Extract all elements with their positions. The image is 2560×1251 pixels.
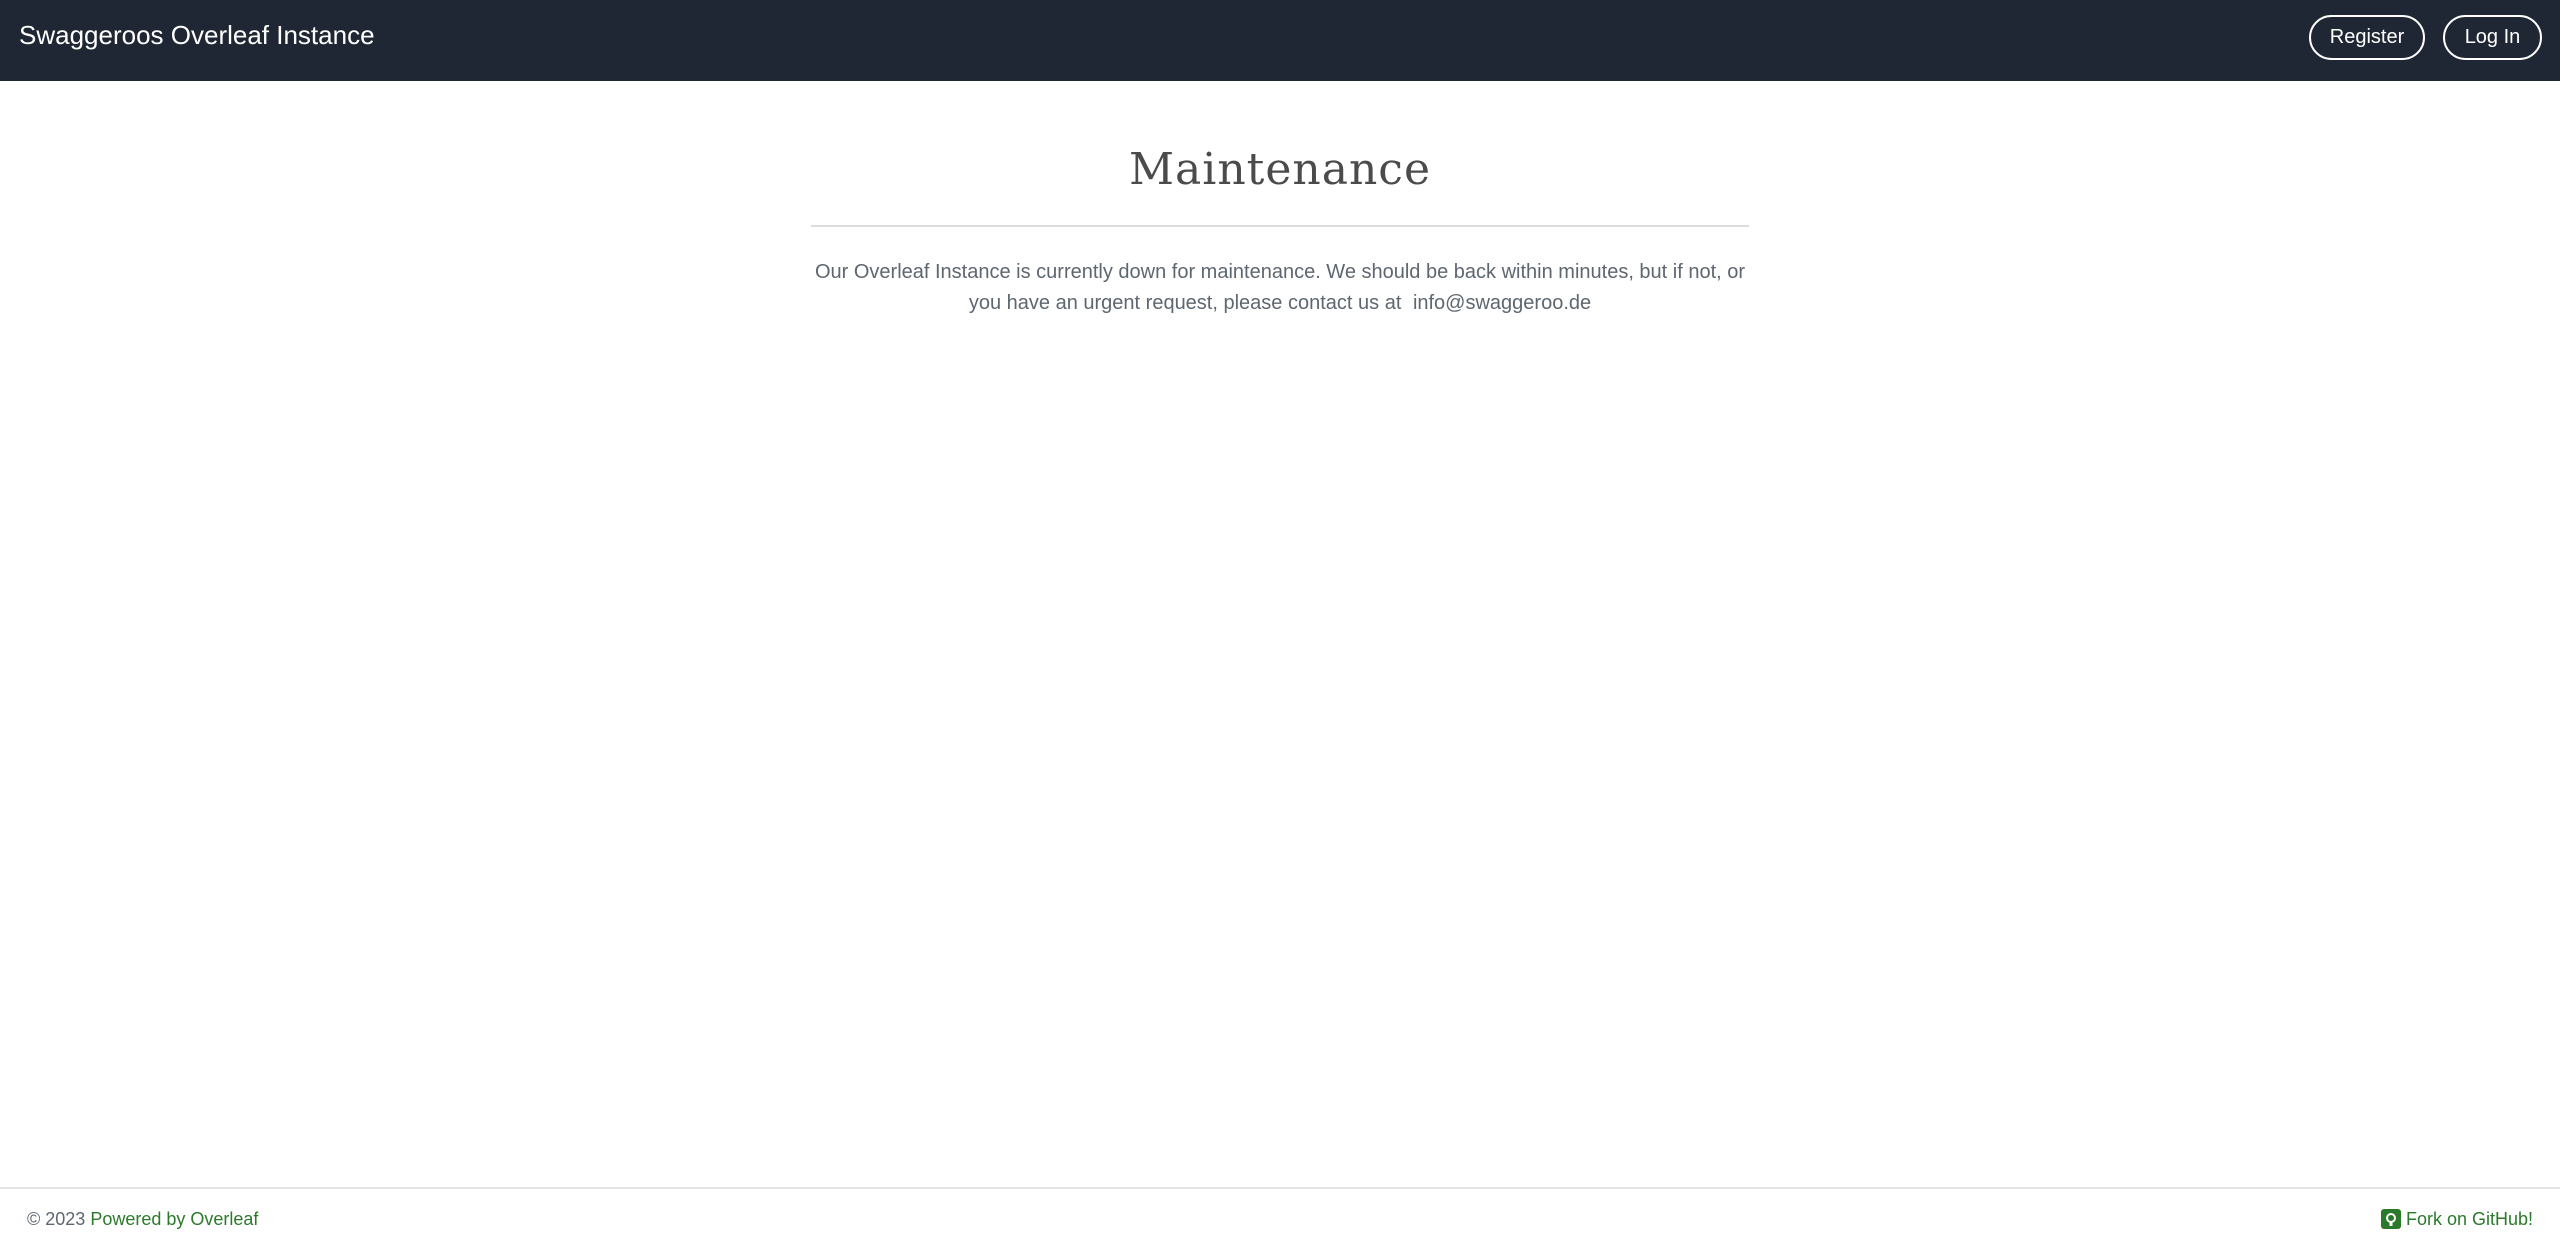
brand-link[interactable]: Swaggeroos Overleaf Instance xyxy=(19,18,375,52)
copyright-text: © 2023 xyxy=(27,1209,86,1229)
fork-on-github-label: Fork on GitHub! xyxy=(2405,1209,2533,1229)
maintenance-message: Our Overleaf Instance is currently down … xyxy=(811,257,1749,319)
top-navbar: Swaggeroos Overleaf Instance Register Lo… xyxy=(0,0,2560,81)
github-icon xyxy=(2380,1209,2401,1229)
login-button[interactable]: Log In xyxy=(2443,15,2542,60)
contact-email: info@swaggeroo.de xyxy=(1412,292,1592,314)
page: Swaggeroos Overleaf Instance Register Lo… xyxy=(0,0,2560,1251)
page-title: Maintenance xyxy=(1128,144,1431,195)
maintenance-content: Maintenance Our Overleaf Instance is cur… xyxy=(811,140,1749,319)
fork-on-github-link[interactable]: Fork on GitHub! xyxy=(2380,1206,2533,1232)
maintenance-message-text: Our Overleaf Instance is currently down … xyxy=(814,261,1746,314)
footer-left: © 2023 Powered by Overleaf xyxy=(27,1206,258,1232)
powered-by-overleaf-link[interactable]: Powered by Overleaf xyxy=(90,1209,258,1229)
title-divider xyxy=(811,225,1749,227)
register-button[interactable]: Register xyxy=(2309,15,2425,60)
footer: © 2023 Powered by Overleaf Fork on GitHu… xyxy=(0,1187,2560,1251)
